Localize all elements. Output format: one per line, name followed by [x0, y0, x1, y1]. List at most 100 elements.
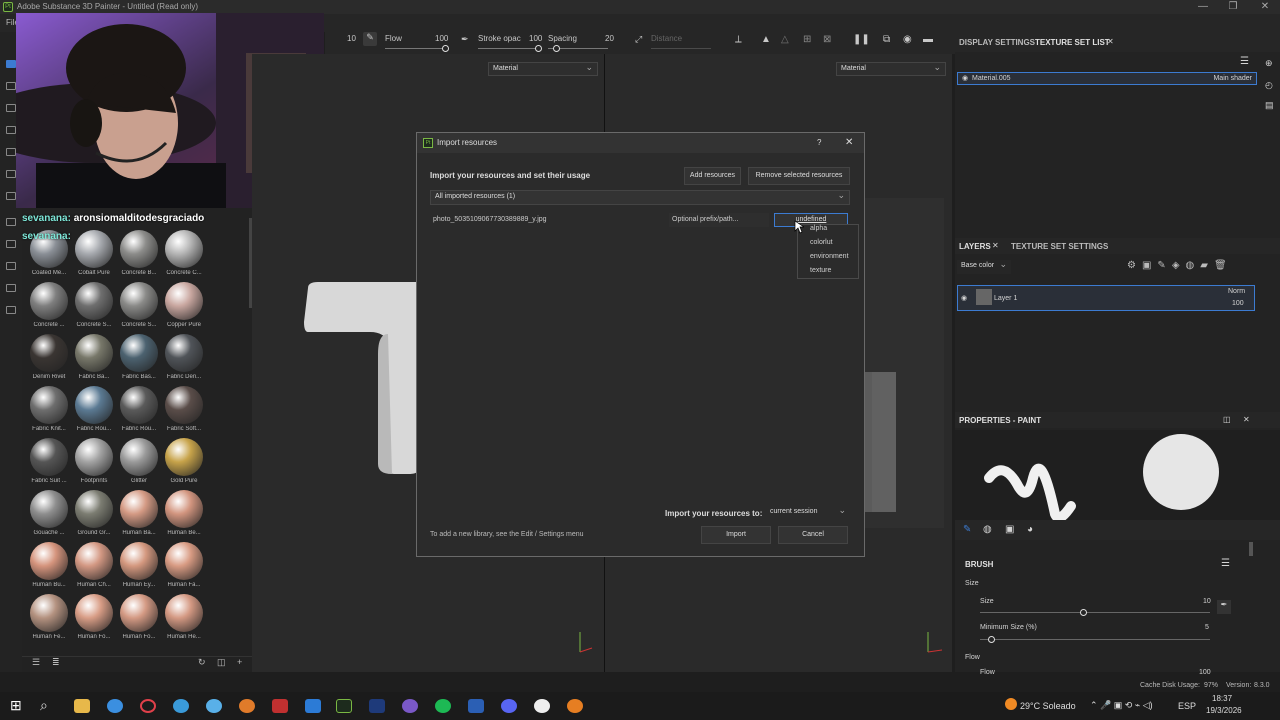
- material-thumbnail[interactable]: [75, 386, 113, 424]
- dialog-close-button[interactable]: ✕: [845, 133, 853, 153]
- pen-pressure-icon[interactable]: ✒: [461, 34, 469, 45]
- flow-slider-knob[interactable]: [442, 45, 449, 52]
- minimize-button[interactable]: —: [1188, 0, 1218, 14]
- shelf-refresh-icon[interactable]: ↻: [198, 657, 206, 668]
- maximize-button[interactable]: ❐: [1218, 0, 1248, 14]
- brush-menu-icon[interactable]: ☰: [1221, 558, 1230, 569]
- usage-option-colorlut[interactable]: colorlut: [810, 239, 833, 246]
- pen-pressure-icon[interactable]: ✒: [1217, 600, 1231, 614]
- add-resources-button[interactable]: Add resources: [684, 167, 741, 185]
- material-thumbnail[interactable]: [120, 282, 158, 320]
- shelf-view-icon[interactable]: ≣: [52, 657, 60, 668]
- shelf-list-icon[interactable]: ☰: [32, 657, 40, 668]
- screenshot-icon[interactable]: ▬: [923, 34, 933, 45]
- edge-icon[interactable]: [173, 699, 189, 713]
- prefix-input[interactable]: Optional prefix/path...: [669, 213, 769, 227]
- add-mask-icon[interactable]: ▣: [1142, 260, 1157, 271]
- material-thumbnail[interactable]: [30, 438, 68, 476]
- tab-texture-set-list[interactable]: TEXTURE SET LIST: [1035, 38, 1110, 47]
- start-icon[interactable]: ⊞: [10, 697, 22, 714]
- flow-slider[interactable]: [385, 48, 445, 49]
- material-thumbnail[interactable]: [165, 334, 203, 372]
- camera-split-icon[interactable]: ⧉: [883, 34, 890, 45]
- close-window-button[interactable]: ✕: [1250, 0, 1280, 14]
- layer-channel-select[interactable]: Base color: [957, 258, 1011, 274]
- min-size-slider[interactable]: [980, 639, 1210, 640]
- history-side-icon[interactable]: ⊕: [1265, 58, 1273, 69]
- resource-filter-select[interactable]: All imported resources (1): [430, 189, 850, 205]
- cancel-button[interactable]: Cancel: [778, 526, 848, 544]
- vscode-icon[interactable]: [369, 699, 385, 713]
- layer-name[interactable]: Layer 1: [994, 295, 1017, 302]
- brush-tab-icon[interactable]: ✎: [963, 524, 971, 535]
- pause-icon[interactable]: ❚❚: [853, 34, 870, 45]
- visibility-icon[interactable]: ◉: [962, 73, 968, 84]
- clock-icon[interactable]: ◴: [1265, 80, 1273, 91]
- shelf-add-icon[interactable]: +: [237, 657, 242, 667]
- projection-tool-icon[interactable]: [6, 104, 16, 112]
- material-thumbnail[interactable]: [165, 282, 203, 320]
- smart-material-icon[interactable]: ◍: [1186, 260, 1201, 271]
- add-folder-icon[interactable]: ▰: [1200, 260, 1214, 271]
- material-thumbnail[interactable]: [75, 490, 113, 528]
- picker-tool-icon[interactable]: [6, 192, 16, 200]
- clone-tool-icon[interactable]: [6, 170, 16, 178]
- material-thumbnail[interactable]: [120, 334, 158, 372]
- delete-layer-icon[interactable]: 🗑: [1214, 260, 1233, 271]
- texture-set-row[interactable]: ◉ Material.005 Main shader: [957, 72, 1257, 85]
- clock-time[interactable]: 18:37: [1212, 694, 1232, 703]
- texture-set-shader[interactable]: Main shader: [1213, 73, 1252, 84]
- blender-icon[interactable]: [239, 699, 255, 713]
- material-thumbnail[interactable]: [120, 490, 158, 528]
- material-thumbnail[interactable]: [30, 386, 68, 424]
- smudge-tool-icon[interactable]: [6, 148, 16, 156]
- layer-blend-mode[interactable]: Norm: [1228, 288, 1245, 295]
- symmetry-icon[interactable]: ⟂: [735, 34, 742, 45]
- flow-value[interactable]: 100: [1199, 669, 1211, 676]
- spacing-knob[interactable]: [553, 45, 560, 52]
- close-properties-icon[interactable]: ✕: [1243, 415, 1250, 424]
- material-thumbnail[interactable]: [30, 542, 68, 580]
- no-symmetry-icon[interactable]: ⊠: [823, 34, 831, 45]
- paint-tool-icon[interactable]: [6, 60, 16, 68]
- material-thumbnail[interactable]: [75, 334, 113, 372]
- brush-icon[interactable]: ✎: [363, 32, 377, 46]
- add-effect-icon[interactable]: ⚙: [1127, 260, 1142, 271]
- mirror-axis-icon[interactable]: △: [781, 34, 789, 45]
- close-layers-icon[interactable]: ✕: [992, 241, 999, 250]
- layer-opacity[interactable]: 100: [1232, 300, 1244, 307]
- size-value[interactable]: 10: [1203, 598, 1211, 605]
- stroke-opacity-slider[interactable]: [478, 48, 538, 49]
- polygon-fill-icon[interactable]: [6, 126, 16, 134]
- material-thumbnail[interactable]: [75, 594, 113, 632]
- grid-icon[interactable]: ⊞: [803, 34, 811, 45]
- shelf-icon[interactable]: [6, 218, 16, 226]
- material-thumbnail[interactable]: [120, 542, 158, 580]
- layer-visibility-icon[interactable]: ◉: [961, 294, 967, 302]
- assets-icon[interactable]: [6, 240, 16, 248]
- material-thumbnail[interactable]: [75, 542, 113, 580]
- usage-option-texture[interactable]: texture: [810, 267, 831, 274]
- stencil-tab-icon[interactable]: ▣: [1005, 524, 1014, 535]
- material-thumbnail[interactable]: [165, 386, 203, 424]
- stroke-opacity-knob[interactable]: [535, 45, 542, 52]
- opera-icon[interactable]: [140, 699, 156, 713]
- search-icon[interactable]: ⌕: [40, 697, 48, 714]
- history-icon[interactable]: [6, 306, 16, 314]
- file-explorer-icon[interactable]: [74, 699, 90, 713]
- close-tab-icon[interactable]: ✕: [1107, 37, 1114, 46]
- import-button[interactable]: Import: [701, 526, 771, 544]
- material-thumbnail[interactable]: [30, 282, 68, 320]
- library-icon[interactable]: [6, 284, 16, 292]
- material-thumbnail[interactable]: [30, 594, 68, 632]
- substance-painter-icon[interactable]: [336, 699, 352, 713]
- display-mode-icon[interactable]: ◉: [903, 34, 912, 45]
- material-thumbnail[interactable]: [120, 386, 158, 424]
- layer-row[interactable]: ◉ Layer 1 Norm 100: [957, 285, 1255, 311]
- material-thumbnail[interactable]: [120, 594, 158, 632]
- material-thumbnail[interactable]: [75, 438, 113, 476]
- obs-icon[interactable]: [534, 699, 550, 713]
- tab-texture-set-settings[interactable]: TEXTURE SET SETTINGS: [1011, 242, 1108, 251]
- video-editor-icon[interactable]: [272, 699, 288, 713]
- word-icon[interactable]: [468, 699, 484, 713]
